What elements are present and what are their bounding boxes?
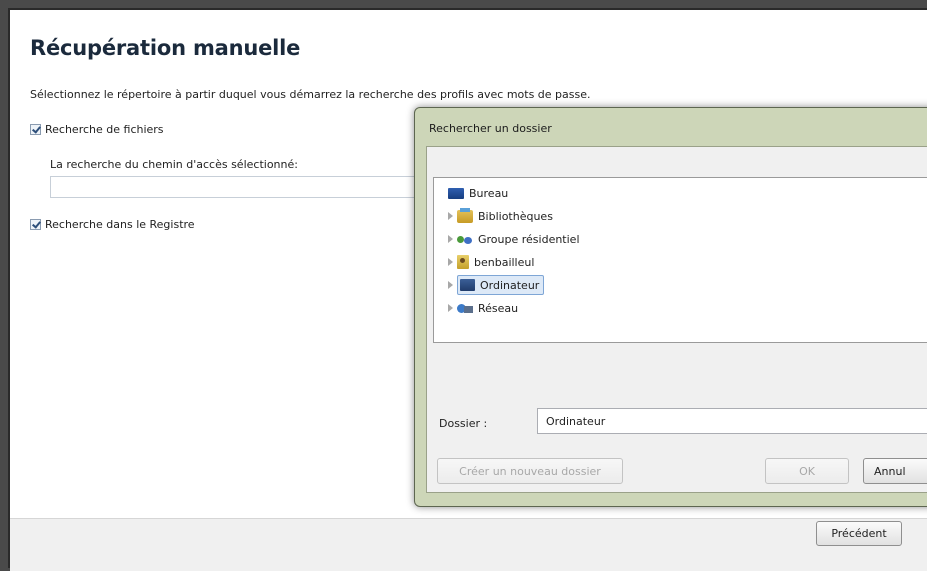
user-folder-icon [457,255,469,269]
tree-item-label: Réseau [478,301,519,315]
new-folder-button[interactable]: Créer un nouveau dossier [437,458,623,484]
registry-search-checkbox[interactable] [30,219,41,230]
expand-arrow-icon[interactable] [448,281,453,289]
file-search-label: Recherche de fichiers [45,123,164,136]
browse-folder-dialog: Rechercher un dossier Bureau Bibliothèqu… [414,107,927,507]
expand-arrow-icon[interactable] [448,304,453,312]
expand-arrow-icon[interactable] [448,212,453,220]
selected-highlight[interactable]: Ordinateur [457,275,545,295]
file-search-checkbox[interactable] [30,124,41,135]
tree-item-ordinateur[interactable]: Ordinateur [448,275,545,295]
page-title: Récupération manuelle [30,36,301,60]
path-label: La recherche du chemin d'accès sélection… [50,158,298,171]
folder-label: Dossier : [439,417,488,430]
file-search-option[interactable]: Recherche de fichiers [30,123,164,136]
tree-item-label: Groupe résidentiel [478,232,580,246]
tree-item-benbailleul[interactable]: benbailleul [448,252,534,272]
expand-arrow-icon[interactable] [448,235,453,243]
homegroup-icon [457,233,473,246]
libraries-icon [457,207,473,223]
tree-item-bibliotheques[interactable]: Bibliothèques [448,206,553,226]
expand-arrow-icon[interactable] [448,258,453,266]
tree-item-reseau[interactable]: Réseau [448,298,518,318]
computer-icon [460,279,475,291]
ok-button[interactable]: OK [765,458,849,484]
registry-search-option[interactable]: Recherche dans le Registre [30,218,195,231]
tree-item-bureau[interactable]: Bureau [448,183,508,203]
folder-tree[interactable]: Bureau Bibliothèques Groupe résidentiel … [433,177,927,343]
dialog-title: Rechercher un dossier [429,122,552,135]
tree-item-label: Ordinateur [480,278,540,292]
path-input[interactable] [50,176,430,198]
desktop-icon [448,187,464,199]
tree-item-label: Bibliothèques [478,209,553,223]
network-icon [457,302,473,315]
tree-item-label: benbailleul [474,255,535,269]
cancel-button[interactable]: Annul [863,458,927,484]
footer-bar [10,518,927,571]
previous-button[interactable]: Précédent [816,521,902,546]
instruction-text: Sélectionnez le répertoire à partir duqu… [30,88,591,101]
tree-item-groupe-residentiel[interactable]: Groupe résidentiel [448,229,580,249]
folder-input[interactable]: Ordinateur [537,408,927,434]
registry-search-label: Recherche dans le Registre [45,218,195,231]
tree-item-label: Bureau [469,186,509,200]
